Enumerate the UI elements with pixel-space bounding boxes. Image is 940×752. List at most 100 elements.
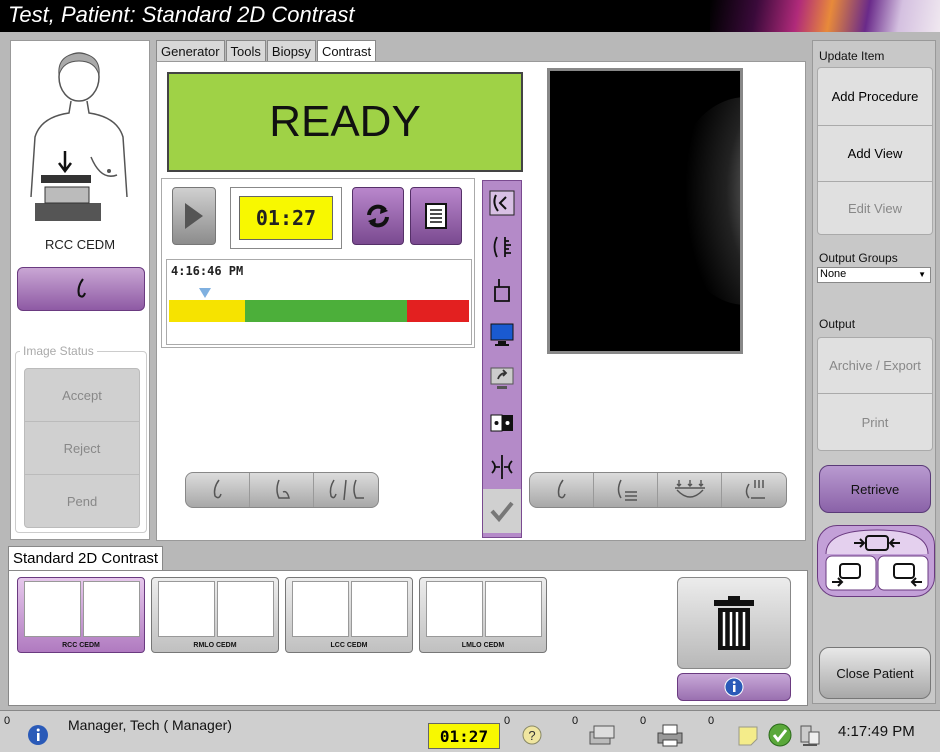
play-icon [185,203,203,229]
timer-progress-area: 4:16:46 PM [166,259,472,345]
timer-settings-button[interactable] [410,187,462,245]
breast-outline-icon [557,479,566,499]
exposure-queue-button[interactable] [588,721,616,749]
image-tool-7[interactable] [483,445,521,489]
breast-compressed-icon [275,479,290,499]
send-to-monitor-icon [490,367,514,389]
view-orientation-button[interactable] [17,267,145,311]
timer-display: 01:27 [230,187,342,249]
add-procedure-button[interactable]: Add Procedure [818,68,932,126]
info-icon [724,677,744,697]
breast-stacked-icon [745,480,765,499]
procedure-panel: RCC CEDM RMLO CEDM LCC CEDM LMLO CEDM [8,570,808,706]
tab-tools[interactable]: Tools [225,40,266,62]
info-button[interactable] [677,673,791,701]
breast-ruler-icon [493,236,511,258]
contrast-panel: READY 01:27 4:16:46 PM [156,61,806,541]
progress-segment-green [245,300,407,322]
help-button[interactable]: ? [518,721,546,749]
update-item-label: Update Item [819,49,885,63]
invert-icon [490,414,513,432]
info-icon [28,725,48,745]
image-tool-accept[interactable] [483,489,521,533]
image-tool-4[interactable] [483,313,521,357]
pend-button[interactable]: Pend [25,475,139,528]
window-title: Test, Patient: Standard 2D Contrast [8,2,355,27]
system-info-button[interactable] [24,721,52,749]
add-view-button[interactable]: Add View [818,126,932,182]
paddle-swap-icon [825,529,929,591]
output-group: Archive / Export Print [817,337,933,451]
output-groups-label: Output Groups [819,251,898,265]
system-status-button[interactable] [766,721,794,749]
swap-paddle-button[interactable] [817,525,935,597]
sticky-note-icon [738,726,758,746]
view-thumbnail-rcc[interactable]: RCC CEDM [17,577,145,653]
output-groups-select[interactable]: None ▼ [817,267,931,283]
breast-rotate-icon [489,190,515,216]
breast-paddle-icon [494,279,510,302]
image-preview[interactable] [547,68,743,354]
close-patient-button[interactable]: Close Patient [819,647,931,699]
edit-view-button[interactable]: Edit View [818,182,932,234]
compression-icon [674,480,705,498]
accept-button[interactable]: Accept [25,369,139,422]
tab-biopsy[interactable]: Biopsy [266,40,316,62]
notes-button[interactable] [734,721,762,749]
thumbnail-caption: LCC CEDM [330,642,368,649]
title-decoration [710,0,940,32]
connection-button[interactable] [796,721,824,749]
progress-segment-yellow [169,300,245,322]
delete-view-button[interactable] [677,577,791,669]
tab-generator[interactable]: Generator [156,40,225,62]
statusbar-timer: 01:27 [428,723,500,749]
view-button-1[interactable] [186,473,250,507]
current-view-label: RCC CEDM [44,237,116,252]
breast-compare-icon [329,479,364,501]
procedure-tab[interactable]: Standard 2D Contrast [8,546,164,570]
view-thumbnail-lcc[interactable]: LCC CEDM [285,577,413,653]
image-tools-bar [482,180,522,538]
image-tool-3[interactable] [483,269,521,313]
reject-button[interactable]: Reject [25,422,139,475]
view-button-3[interactable] [314,473,378,507]
thumbnail-images [158,581,274,637]
contrast-progress-bar [169,300,469,322]
progress-segment-red [407,300,469,322]
breast-outline-icon [213,479,222,499]
current-user[interactable]: Manager, Tech ( Manager) [68,717,232,733]
thumbnail-caption: LMLO CEDM [461,642,505,649]
count-4: 0 [708,715,715,727]
breast-lines-icon [617,479,637,501]
print-queue-button[interactable] [656,721,684,749]
patient-body-diagram [30,52,128,221]
print-button[interactable]: Print [818,394,932,450]
image-view-button-3[interactable] [658,473,722,507]
archive-export-button[interactable]: Archive / Export [818,338,932,394]
timer-value: 01:27 [239,196,333,240]
view-thumbnail-lmlo[interactable]: LMLO CEDM [419,577,547,653]
monitor-icon [490,323,514,346]
start-timer-button[interactable] [172,187,216,245]
right-view-button-group [529,472,787,508]
image-tool-5[interactable] [483,357,521,401]
reset-timer-button[interactable] [352,187,404,245]
image-view-button-4[interactable] [722,473,786,507]
retrieve-button[interactable]: Retrieve [819,465,931,513]
image-tool-2[interactable] [483,225,521,269]
image-tool-1[interactable] [483,181,521,225]
image-view-button-2[interactable] [594,473,658,507]
view-thumbnail-rmlo[interactable]: RMLO CEDM [151,577,279,653]
alarm-count: 0 [4,715,11,727]
view-button-2[interactable] [250,473,314,507]
tab-contrast[interactable]: Contrast [316,40,377,63]
progress-marker [199,288,211,298]
image-status-legend: Image Status [20,344,97,358]
thumbnail-images [292,581,408,637]
thumbnail-caption: RMLO CEDM [193,642,237,649]
update-item-group: Add Procedure Add View Edit View [817,67,933,235]
image-tool-6[interactable] [483,401,521,445]
image-view-button-1[interactable] [530,473,594,507]
help-icon: ? [522,725,542,745]
image-status-buttons: Accept Reject Pend [24,368,140,528]
